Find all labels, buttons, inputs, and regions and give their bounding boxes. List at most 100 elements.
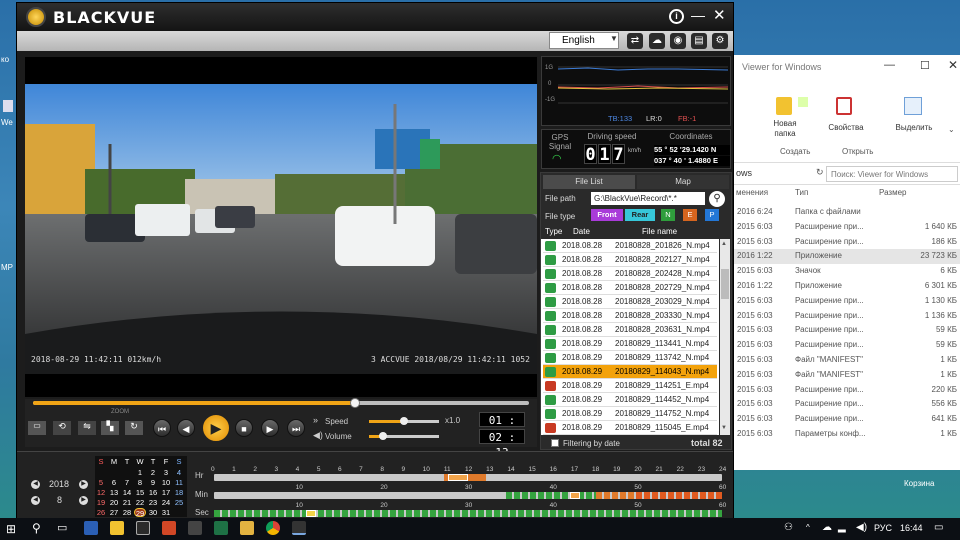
- search-input[interactable]: Поиск: Viewer for Windows: [826, 166, 958, 182]
- table-row[interactable]: 2018.08.29 20180829_114251_E.mp4: [543, 379, 717, 393]
- volume-slider[interactable]: [369, 432, 439, 440]
- desktop-icon-label[interactable]: ко: [1, 55, 9, 64]
- speed-slider-handle[interactable]: [400, 417, 408, 425]
- search-icon[interactable]: ⚲: [32, 521, 41, 535]
- step-back-button[interactable]: ◀: [177, 419, 195, 437]
- file-path-input[interactable]: G:\BlackVue\Record\*.*: [591, 192, 705, 205]
- filter-date-checkbox[interactable]: [551, 439, 559, 447]
- select-button[interactable]: Выделить: [894, 123, 934, 133]
- rear-filter-button[interactable]: Rear: [625, 209, 655, 221]
- table-row[interactable]: 2018.08.28 20180828_203029_N.mp4: [543, 295, 717, 309]
- column-date-modified[interactable]: менения: [736, 188, 768, 197]
- list-item[interactable]: 2016 6:24 Папка с файлами: [734, 205, 960, 220]
- excel-icon[interactable]: [214, 521, 228, 535]
- word-icon[interactable]: [84, 521, 98, 535]
- app-icon[interactable]: [136, 521, 150, 535]
- camera-icon[interactable]: ◉: [670, 33, 686, 49]
- hour-selected-marker[interactable]: [448, 474, 468, 481]
- column-date[interactable]: Date: [573, 227, 590, 236]
- second-track[interactable]: [214, 510, 722, 517]
- play-button[interactable]: ▶: [201, 413, 231, 443]
- table-row[interactable]: 2018.08.29 20180829_114752_N.mp4: [543, 407, 717, 421]
- cloud-icon[interactable]: ☁: [649, 33, 665, 49]
- column-type[interactable]: Тип: [795, 188, 808, 197]
- skip-forward-button[interactable]: ⏭: [287, 419, 305, 437]
- rotate-icon[interactable]: ⟲: [53, 421, 71, 435]
- chevron-up-icon[interactable]: ^: [806, 523, 810, 532]
- list-item[interactable]: 2015 6:03 Файл "MANIFEST" 1 КБ: [734, 368, 960, 383]
- address-bar[interactable]: ows: [734, 166, 814, 182]
- list-item[interactable]: 2015 6:03 Расширение при... 556 КБ: [734, 397, 960, 412]
- language-indicator[interactable]: РУС: [874, 523, 892, 533]
- parking-filter-button[interactable]: P: [705, 209, 719, 221]
- scrollbar-thumb[interactable]: [721, 269, 729, 299]
- second-normal-segment[interactable]: [214, 510, 722, 517]
- list-item[interactable]: 2015 6:03 Расширение при... 186 КБ: [734, 235, 960, 250]
- task-view-icon[interactable]: ▭: [57, 521, 67, 534]
- mirror-icon[interactable]: ⇋: [78, 421, 96, 435]
- list-item[interactable]: 2016 1:22 Приложение 23 723 КБ: [734, 249, 960, 265]
- minimize-icon[interactable]: —: [884, 59, 895, 71]
- select-icon[interactable]: [904, 97, 922, 115]
- second-selected-marker[interactable]: [306, 510, 316, 517]
- minute-event-segment[interactable]: [636, 492, 722, 499]
- table-row[interactable]: 2018.08.28 20180828_202127_N.mp4: [543, 253, 717, 267]
- table-row[interactable]: 2018.08.28 20180828_202428_N.mp4: [543, 267, 717, 281]
- onedrive-icon[interactable]: ☁: [822, 522, 832, 533]
- table-row[interactable]: 2018.08.29 20180829_113441_N.mp4: [543, 337, 717, 351]
- minute-normal-segment[interactable]: [506, 492, 596, 499]
- list-item[interactable]: 2015 6:03 Значок 6 КБ: [734, 264, 960, 279]
- minute-event-segment[interactable]: [596, 492, 636, 499]
- refresh-icon[interactable]: ↻: [125, 421, 143, 435]
- table-row[interactable]: 2018.08.29 20180829_113742_N.mp4: [543, 351, 717, 365]
- clock[interactable]: 16:44: [900, 523, 923, 533]
- event-filter-button[interactable]: E: [683, 209, 697, 221]
- gear-icon[interactable]: ⚙: [712, 33, 728, 49]
- front-filter-button[interactable]: Front: [591, 209, 623, 221]
- print-icon[interactable]: ▤: [691, 33, 707, 49]
- chrome-icon[interactable]: [266, 521, 280, 535]
- powerpoint-icon[interactable]: [162, 521, 176, 535]
- list-item[interactable]: 2015 6:03 Расширение при... 641 КБ: [734, 412, 960, 427]
- table-row[interactable]: 2018.08.29 20180829_115045_E.mp4: [543, 421, 717, 435]
- chevron-down-icon[interactable]: ⌄: [948, 125, 955, 134]
- stop-button[interactable]: ■: [235, 419, 253, 437]
- file-icon[interactable]: [3, 100, 13, 112]
- skip-back-button[interactable]: ⏮: [153, 419, 171, 437]
- seek-handle[interactable]: [350, 398, 361, 408]
- column-size[interactable]: Размер: [879, 188, 907, 197]
- info-icon[interactable]: i: [669, 9, 684, 24]
- app-icon[interactable]: [188, 521, 202, 535]
- list-item[interactable]: 2015 6:03 Параметры конф... 1 КБ: [734, 427, 960, 442]
- table-row[interactable]: 2018.08.28 20180828_201826_N.mp4: [543, 239, 717, 253]
- notifications-icon[interactable]: ▭: [934, 522, 943, 533]
- screen-icon[interactable]: ▭: [28, 421, 46, 435]
- volume-icon[interactable]: ◀): [856, 522, 867, 533]
- desktop-icon-label[interactable]: MP: [1, 263, 13, 272]
- normal-filter-button[interactable]: N: [661, 209, 675, 221]
- close-icon[interactable]: ✕: [713, 6, 726, 24]
- list-item[interactable]: 2015 6:03 Расширение при... 1 136 КБ: [734, 309, 960, 324]
- volume-slider-handle[interactable]: [379, 432, 387, 440]
- list-item[interactable]: 2016 1:22 Приложение 6 301 КБ: [734, 279, 960, 294]
- tab-map[interactable]: Map: [637, 175, 729, 189]
- new-folder-button[interactable]: Новая папка: [766, 119, 804, 139]
- table-row[interactable]: 2018.08.29 20180829_114043_N.mp4: [543, 365, 717, 379]
- list-item[interactable]: 2015 6:03 Файл "MANIFEST" 1 КБ: [734, 353, 960, 368]
- list-item[interactable]: 2015 6:03 Расширение при... 59 КБ: [734, 338, 960, 353]
- properties-icon[interactable]: [836, 97, 852, 115]
- maximize-icon[interactable]: ☐: [920, 59, 930, 72]
- scroll-up-icon[interactable]: ▲: [721, 241, 727, 247]
- properties-button[interactable]: Свойства: [826, 123, 866, 133]
- table-row[interactable]: 2018.08.28 20180828_203330_N.mp4: [543, 309, 717, 323]
- scroll-down-icon[interactable]: ▼: [721, 425, 727, 431]
- blackvue-taskbar-icon[interactable]: [292, 521, 306, 535]
- split-view-icon[interactable]: ▚: [101, 421, 119, 435]
- speed-slider[interactable]: [369, 417, 439, 425]
- scrollbar[interactable]: ▲ ▼: [720, 239, 730, 435]
- list-item[interactable]: 2015 6:03 Расширение при... 1 640 КБ: [734, 220, 960, 235]
- tab-file-list[interactable]: File List: [543, 175, 635, 189]
- table-row[interactable]: 2018.08.28 20180828_202729_N.mp4: [543, 281, 717, 295]
- step-forward-button[interactable]: ▶: [261, 419, 279, 437]
- people-icon[interactable]: ⚇: [784, 522, 793, 533]
